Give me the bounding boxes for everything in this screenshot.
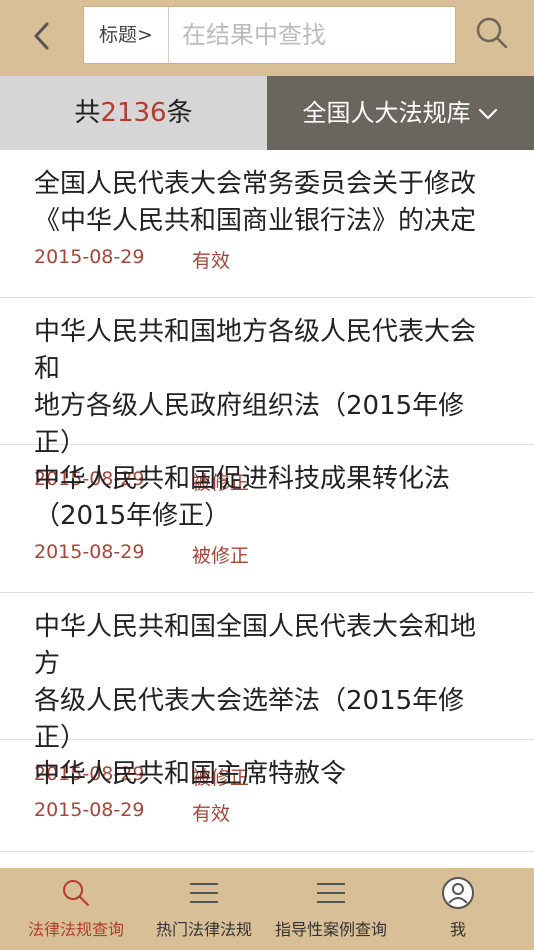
search-icon (476, 17, 508, 49)
count-suffix: 条 (166, 98, 193, 128)
list-item[interactable]: 中华人民共和国主席特赦令 2015-08-29 有效 (0, 740, 534, 852)
chevron-down-icon (478, 108, 497, 120)
list-item[interactable]: 中华人民共和国全国人民代表大会和地方 各级人民代表大会选举法（2015年修正） … (0, 593, 534, 789)
tab-label: 我 (449, 920, 466, 939)
chevron-left-icon (34, 22, 49, 50)
filter-bar: 共2136条 全国人大法规库 (0, 76, 534, 150)
item-date: 2015-08-29 (34, 541, 145, 563)
list-item[interactable]: 中华人民共和国促进科技成果转化法 （2015年修正） 2015-08-29 被修正 (0, 445, 534, 593)
search-button[interactable] (470, 12, 514, 56)
count-value: 2136 (100, 98, 167, 128)
item-title-line: 《中华人民共和国商业银行法》的决定 (34, 206, 477, 236)
bottom-nav: 法律法规查询 热门法律法规 指导性案例查询 我 (0, 868, 534, 950)
back-button[interactable] (20, 14, 64, 58)
list-item[interactable]: 全国人民代表大会常务委员会关于修改 《中华人民共和国商业银行法》的决定 2015… (0, 150, 534, 298)
result-count: 共2136条 (0, 76, 267, 150)
tab-hot-laws[interactable]: 热门法律法规 (134, 868, 274, 950)
item-status: 有效 (192, 803, 231, 825)
search-input[interactable] (182, 7, 442, 63)
tab-guiding-cases[interactable]: 指导性案例查询 (261, 868, 401, 950)
search-box: 标题> (83, 6, 456, 64)
menu-icon (317, 883, 345, 903)
library-label: 全国人大法规库 (302, 99, 471, 127)
item-title-line: 全国人民代表大会常务委员会关于修改 (34, 169, 477, 199)
item-date: 2015-08-29 (34, 799, 145, 821)
item-date: 2015-08-29 (34, 246, 145, 268)
tab-me[interactable]: 我 (400, 868, 516, 950)
item-title-line: 中华人民共和国全国人民代表大会和地方 (34, 612, 477, 679)
count-prefix: 共 (74, 98, 101, 128)
item-title-line: 中华人民共和国主席特赦令 (34, 759, 347, 789)
library-dropdown[interactable]: 全国人大法规库 (267, 76, 534, 150)
user-icon (442, 877, 474, 909)
list-item[interactable]: 中华人民共和国地方各级人民代表大会和 地方各级人民政府组织法（2015年修正） … (0, 298, 534, 494)
result-list: 全国人民代表大会常务委员会关于修改 《中华人民共和国商业银行法》的决定 2015… (0, 150, 534, 852)
item-status: 有效 (192, 250, 231, 272)
top-bar: 标题> (0, 0, 534, 76)
menu-icon (190, 883, 218, 903)
item-title-line: 中华人民共和国促进科技成果转化法 (34, 464, 451, 494)
item-title-line: （2015年修正） (34, 501, 231, 531)
tab-label: 指导性案例查询 (274, 920, 387, 939)
search-scope-selector[interactable]: 标题> (84, 7, 169, 63)
tab-label: 热门法律法规 (155, 920, 252, 939)
item-title-line: 中华人民共和国地方各级人民代表大会和 (34, 317, 477, 384)
item-status: 被修正 (192, 545, 250, 567)
tab-label: 法律法规查询 (27, 920, 124, 939)
tab-law-search[interactable]: 法律法规查询 (0, 868, 152, 950)
search-icon (63, 880, 89, 906)
